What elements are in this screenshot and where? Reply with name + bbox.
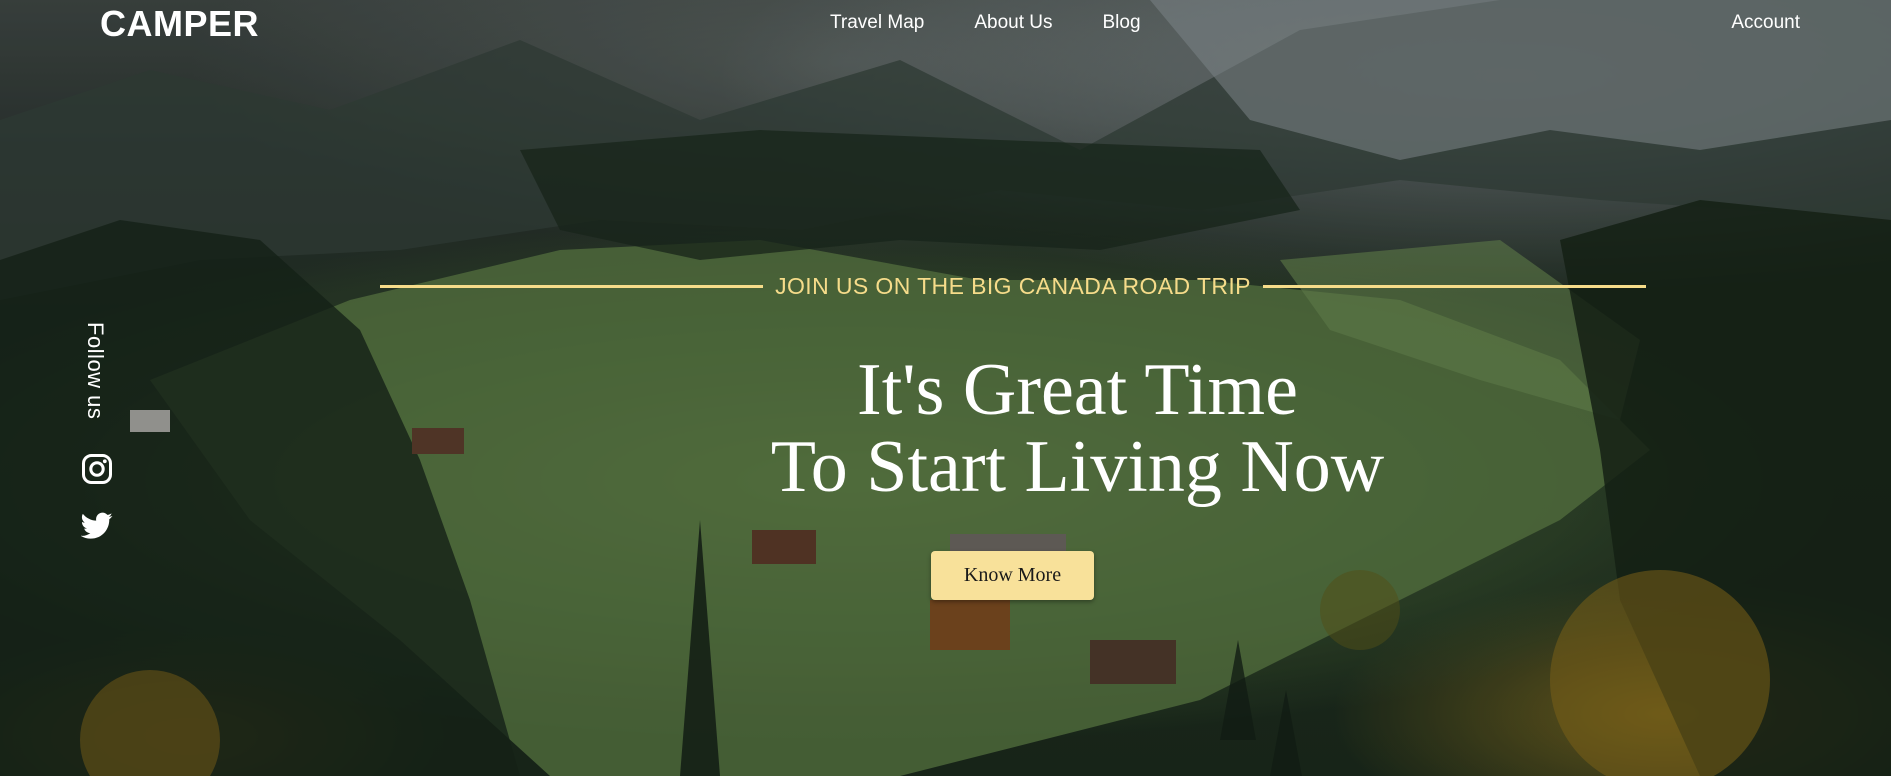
hero-headline-line-2: To Start Living Now [770,426,1385,508]
eyebrow-banner: JOIN US ON THE BIG CANADA ROAD TRIP [380,270,1647,302]
eyebrow-line-left [380,284,764,288]
nav-about-us[interactable]: About Us [974,10,1052,36]
hero-headline: It's Great Time To Start Living Now [120,352,1891,506]
know-more-button[interactable]: Know More [931,551,1094,600]
nav-blog[interactable]: Blog [1102,10,1140,36]
twitter-icon[interactable] [80,512,113,540]
instagram-icon[interactable] [81,453,113,485]
main-nav: Travel Map About Us Blog [830,10,1141,36]
follow-us-label-wrap: Follow us [82,322,108,428]
eyebrow-text: JOIN US ON THE BIG CANADA ROAD TRIP [775,272,1251,299]
nav-travel-map[interactable]: Travel Map [830,10,924,36]
account-link[interactable]: Account [1731,10,1800,36]
follow-us-label: Follow us [83,322,108,420]
eyebrow-line-right [1262,284,1647,288]
site-logo[interactable]: CAMPER [100,2,259,46]
hero-headline-line-1: It's Great Time [857,349,1298,431]
